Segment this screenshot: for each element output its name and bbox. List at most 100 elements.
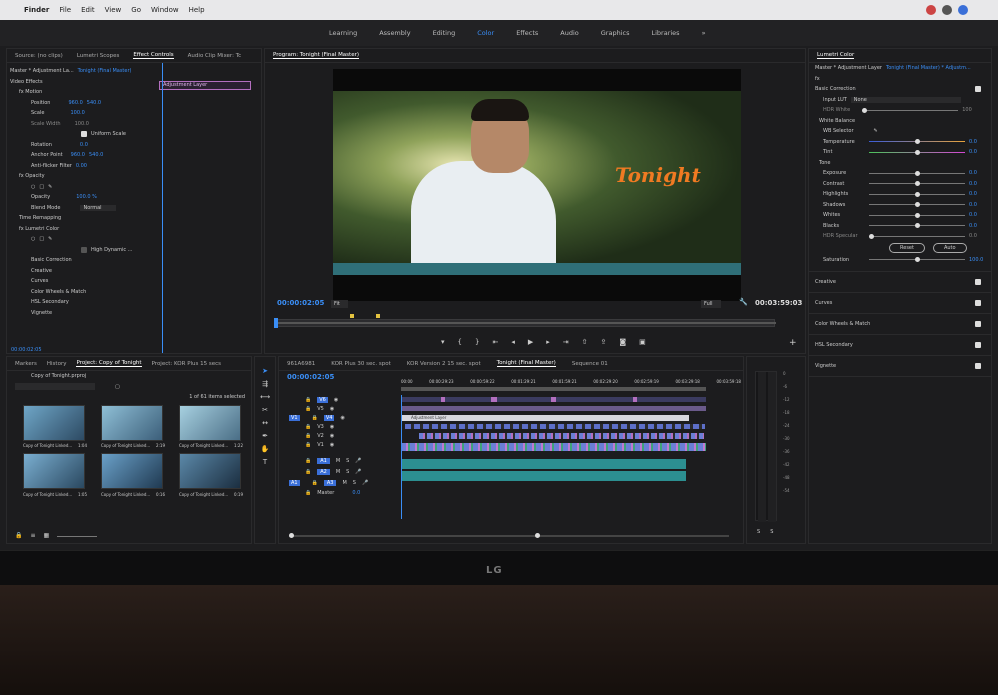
timeline-ruler[interactable]: 00:00 00:00:29:23 00:00:59:22 00:01:29:21 00…	[401, 379, 741, 384]
tone-slider[interactable]	[869, 170, 965, 176]
lock-icon[interactable]: 🔒	[312, 480, 318, 486]
status-icon[interactable]	[926, 5, 936, 15]
effect-row[interactable]: Blend Mode Normal	[19, 203, 157, 214]
tone-header[interactable]: Tone	[809, 158, 991, 169]
lock-icon[interactable]: 🔒	[312, 415, 318, 421]
temperature-slider[interactable]	[869, 139, 965, 145]
creative-section[interactable]: Creative	[809, 272, 991, 293]
adjustment-layer-clip[interactable]: Adjustment Layer	[159, 81, 251, 90]
tab-sequence[interactable]: 961A6981	[287, 361, 315, 367]
basic-correction-header[interactable]: Basic Correction	[809, 84, 991, 95]
lock-icon[interactable]: 🔒	[15, 532, 22, 539]
search-input[interactable]	[15, 383, 95, 391]
mic-icon[interactable]: 🎤	[362, 480, 368, 486]
section-checkbox[interactable]	[975, 342, 981, 348]
lock-icon[interactable]: 🔒	[305, 406, 311, 412]
input-lut-dropdown[interactable]: None	[850, 96, 961, 103]
tone-slider[interactable]	[869, 181, 965, 187]
menu-finder[interactable]: Finder	[24, 6, 49, 14]
quality-dropdown[interactable]: Full	[701, 300, 721, 308]
effect-row[interactable]: Position 960.0 540.0	[19, 98, 157, 109]
pen-mask-icon[interactable]: ✎	[48, 236, 52, 242]
saturation-slider[interactable]	[869, 257, 965, 263]
basic-correction-checkbox[interactable]	[975, 86, 981, 93]
effect-row[interactable]: Creative	[19, 266, 157, 277]
eyedropper-icon[interactable]: ✎	[874, 128, 878, 134]
program-timecode-left[interactable]: 00:00:02:05	[277, 299, 324, 307]
effect-row[interactable]: Curves	[19, 276, 157, 287]
section-checkbox[interactable]	[975, 300, 981, 306]
workspace-effects[interactable]: Effects	[505, 29, 549, 37]
project-item[interactable]: Copy of Tonight Linked... 1:22	[179, 404, 251, 452]
mask-tools[interactable]: ○ □ ✎	[19, 234, 157, 245]
tint-slider[interactable]	[869, 149, 965, 155]
tab-audio-clip-mixer[interactable]: Audio Clip Mixer: Tc	[188, 53, 241, 59]
lift-icon[interactable]: ⇧	[582, 338, 588, 346]
marker[interactable]	[376, 314, 380, 318]
workspace-graphics[interactable]: Graphics	[590, 29, 641, 37]
tone-slider[interactable]	[869, 223, 965, 229]
lock-icon[interactable]: 🔒	[305, 424, 311, 430]
curves-section[interactable]: Curves	[809, 293, 991, 314]
project-item[interactable]: Copy of Tonight Linked... 0:19	[179, 453, 251, 500]
white-balance-header[interactable]: White Balance	[809, 116, 991, 127]
eye-icon[interactable]: ◉	[330, 433, 334, 439]
more-workspaces-icon[interactable]: »	[691, 29, 717, 37]
menu-go[interactable]: Go	[131, 6, 141, 14]
tab-source[interactable]: Source: (no clips)	[15, 53, 63, 59]
section-checkbox[interactable]	[975, 279, 981, 285]
tab-lumetri-scopes[interactable]: Lumetri Scopes	[77, 53, 120, 59]
tab-sequence[interactable]: KOR Version 2 15 sec. spot	[407, 361, 481, 367]
tone-slider[interactable]	[869, 212, 965, 218]
video-frame[interactable]: Tonight	[333, 69, 741, 301]
comparison-view-icon[interactable]: ▣	[639, 338, 646, 346]
tab-effect-controls[interactable]: Effect Controls	[133, 52, 174, 59]
reset-button[interactable]: Reset	[889, 243, 925, 253]
fx-icon[interactable]: fx	[809, 74, 991, 85]
effect-row[interactable]: High Dynamic ...	[19, 245, 157, 256]
menu-edit[interactable]: Edit	[81, 6, 95, 14]
menu-file[interactable]: File	[59, 6, 71, 14]
zoom-slider[interactable]	[57, 536, 98, 537]
lock-icon[interactable]: 🔒	[305, 397, 311, 403]
list-view-icon[interactable]: ≡	[30, 532, 35, 539]
search-icon[interactable]	[958, 5, 968, 15]
mask-tools[interactable]: ○ □ ✎	[19, 182, 157, 193]
slip-tool-icon[interactable]: ↔	[262, 419, 268, 427]
workspace-color[interactable]: Color	[466, 29, 505, 37]
effect-row[interactable]: HSL Secondary	[19, 297, 157, 308]
rectangle-mask-icon[interactable]: □	[39, 184, 44, 190]
effect-row[interactable]: Scale 100.0	[19, 108, 157, 119]
project-item[interactable]: Copy of Tonight Linked... 0:16	[101, 453, 173, 500]
workspace-libraries[interactable]: Libraries	[640, 29, 690, 37]
effect-row[interactable]: fx Opacity	[19, 171, 157, 182]
timeline-scrollbar[interactable]	[289, 533, 729, 538]
effect-row[interactable]: Anti-flicker Filter 0.00	[19, 161, 157, 172]
effect-row[interactable]: Time Remapping	[19, 213, 157, 224]
effect-row[interactable]: fx Lumetri Color	[19, 224, 157, 235]
project-item[interactable]: Copy of Tonight Linked... 2:19	[101, 404, 173, 452]
type-tool-icon[interactable]: T	[263, 458, 267, 466]
workspace-editing[interactable]: Editing	[422, 29, 467, 37]
hdr-white-slider[interactable]	[862, 107, 959, 113]
menu-view[interactable]: View	[105, 6, 122, 14]
lock-icon[interactable]: 🔒	[305, 433, 311, 439]
eye-icon[interactable]: ◉	[330, 442, 334, 448]
new-bin-icon[interactable]: ▢	[115, 384, 120, 390]
step-back-icon[interactable]: ◂	[511, 338, 515, 346]
section-checkbox[interactable]	[975, 363, 981, 369]
adjustment-layer-track-clip[interactable]: Adjustment Layer	[401, 415, 689, 421]
menu-help[interactable]: Help	[189, 6, 205, 14]
lock-icon[interactable]: 🔒	[305, 458, 311, 464]
menu-window[interactable]: Window	[151, 6, 179, 14]
timeline-playhead[interactable]	[401, 395, 402, 519]
effect-row[interactable]: Anchor Point 960.0 540.0	[19, 150, 157, 161]
pen-tool-icon[interactable]: ✒	[262, 432, 268, 440]
lock-icon[interactable]: 🔒	[305, 442, 311, 448]
add-marker-icon[interactable]: ▾	[441, 338, 445, 346]
effect-row[interactable]: Rotation 0.0	[19, 140, 157, 151]
eye-icon[interactable]: ◉	[330, 424, 334, 430]
effect-row[interactable]: fx Motion	[19, 87, 157, 98]
lock-icon[interactable]: 🔒	[305, 490, 311, 496]
color-wheels-section[interactable]: Color Wheels & Match	[809, 314, 991, 335]
